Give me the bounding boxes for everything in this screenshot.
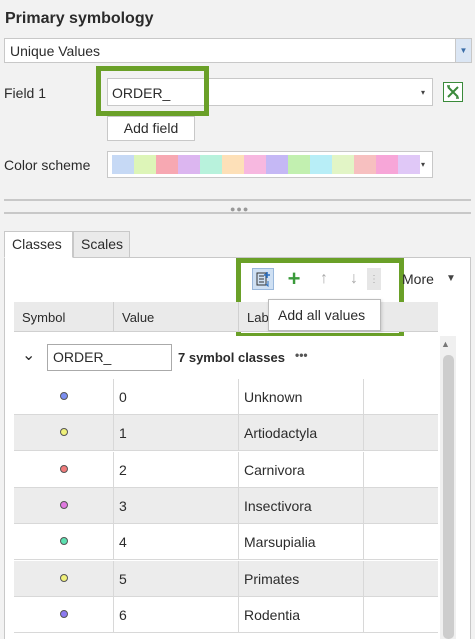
scroll-up-icon[interactable]: ▲ [441,339,450,349]
cell-separator [363,379,364,415]
row-value: 5 [119,570,127,587]
header-label[interactable]: Lab [247,310,269,325]
symbology-method-value: Unique Values [10,43,101,59]
cell-separator [113,596,114,633]
row-value: 4 [119,534,127,551]
color-swatch [200,155,222,174]
field1-label: Field 1 [4,85,47,101]
symbol-swatch[interactable] [60,573,68,582]
color-swatch [156,155,178,174]
color-swatch [134,155,156,174]
header-separator [238,302,239,332]
symbol-swatch[interactable] [60,428,68,437]
chevron-down-icon[interactable]: ▾ [414,152,432,177]
row-value: 2 [119,461,127,478]
cell-separator [238,415,239,452]
color-swatch [244,155,266,174]
symbol-class-count: 7 symbol classes [178,350,285,365]
table-row[interactable]: 6 Rodentia [14,596,438,633]
collapse-chevron-icon[interactable]: ⌄ [22,345,35,365]
row-label[interactable]: Primates [244,571,299,587]
cell-separator [363,415,364,452]
row-value: 6 [119,606,127,623]
header-symbol[interactable]: Symbol [22,310,65,325]
header-separator [113,302,114,332]
cell-separator [363,487,364,524]
header-value[interactable]: Value [122,310,154,325]
group-menu-icon[interactable]: ••• [295,348,308,362]
cell-separator [238,596,239,633]
color-swatch [354,155,376,174]
cell-separator [113,379,114,415]
chevron-down-icon[interactable]: ▾ [414,79,432,105]
color-swatch [332,155,354,174]
symbol-swatch[interactable] [60,609,68,618]
cell-separator [113,451,114,488]
symbol-swatch[interactable] [60,500,68,509]
color-scheme-dropdown[interactable]: ▾ [107,151,433,178]
tab-classes[interactable]: Classes [4,231,73,258]
add-all-values-tooltip: Add all values [268,299,381,331]
expression-icon[interactable] [443,82,463,102]
color-swatch [178,155,200,174]
row-label[interactable]: Carnivora [244,462,305,478]
color-swatch [222,155,244,174]
scrollbar-thumb[interactable] [443,355,454,639]
cell-separator [113,560,114,597]
more-menu-label[interactable]: More [402,271,434,287]
cell-separator [238,487,239,524]
cell-separator [113,415,114,452]
table-row[interactable]: 4 Marsupialia [14,524,438,561]
chevron-down-icon[interactable]: ▼ [455,39,471,62]
color-scheme-label: Color scheme [4,157,91,173]
table-row[interactable]: 3 Insectivora [14,487,438,524]
color-swatch [112,155,134,174]
cell-separator [113,487,114,524]
table-row[interactable]: 2 Carnivora [14,451,438,488]
panel-title: Primary symbology [5,10,154,27]
symbol-swatch[interactable] [60,392,68,400]
color-ramp [112,155,420,174]
cell-separator [363,451,364,488]
tab-scales[interactable]: Scales [73,231,130,258]
cell-separator [238,379,239,415]
table-row[interactable]: 1 Artiodactyla [14,415,438,452]
table-row[interactable]: 0 Unknown [14,379,438,415]
field-highlight-box [96,66,209,116]
cell-separator [238,524,239,561]
row-value: 3 [119,497,127,514]
cell-separator [363,596,364,633]
symbol-swatch[interactable] [60,537,68,546]
splitter-line-bottom [4,212,471,214]
color-swatch [288,155,310,174]
splitter-line-top [4,199,471,201]
cell-separator [363,560,364,597]
row-label[interactable]: Artiodactyla [244,425,317,441]
row-label[interactable]: Insectivora [244,498,312,514]
table-row[interactable]: 5 Primates [14,560,438,597]
color-swatch [266,155,288,174]
cell-separator [363,524,364,561]
cell-separator [113,524,114,561]
color-swatch [376,155,398,174]
row-label[interactable]: Marsupialia [244,534,316,550]
group-field-input[interactable]: ORDER_ [47,344,172,371]
row-value: 1 [119,425,127,442]
cell-separator [238,451,239,488]
color-swatch [310,155,332,174]
chevron-down-icon[interactable]: ▼ [446,273,456,284]
row-label[interactable]: Rodentia [244,607,300,623]
row-label[interactable]: Unknown [244,389,302,405]
add-field-button[interactable]: Add field [107,116,195,141]
cell-separator [238,560,239,597]
symbology-method-dropdown[interactable]: Unique Values ▼ [4,38,472,63]
symbol-swatch[interactable] [60,464,68,473]
row-value: 0 [119,389,127,405]
